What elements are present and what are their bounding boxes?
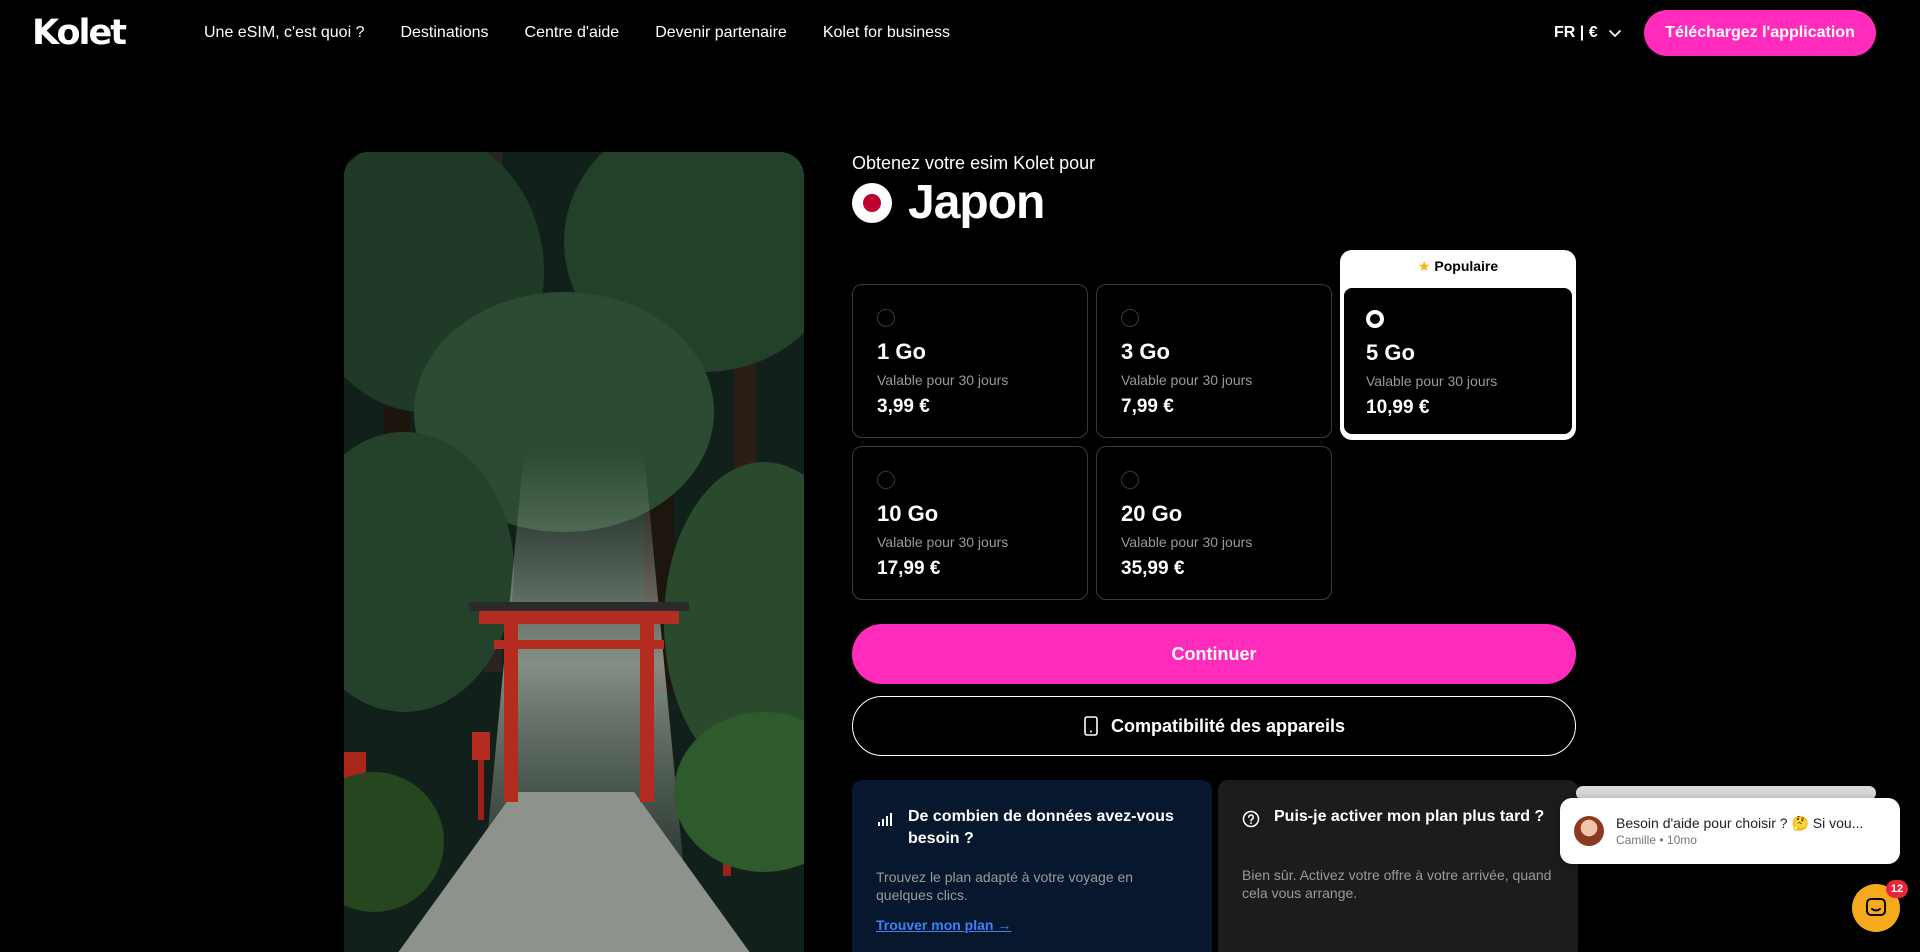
agent-avatar [1574, 816, 1604, 846]
page-kicker: Obtenez votre esim Kolet pour [852, 153, 1096, 173]
plan-card-5go[interactable]: 5 Go Valable pour 30 jours 10,99 € [1342, 286, 1574, 436]
popular-badge: ★ Populaire [1340, 256, 1576, 276]
plan-data-amount: 1 Go [877, 339, 926, 364]
plan-radio[interactable] [1121, 309, 1139, 327]
activate-later-text: Bien sûr. Activez votre offre à votre ar… [1242, 867, 1552, 901]
popular-badge-label: Populaire [1434, 258, 1499, 274]
plan-data-amount: 20 Go [1121, 501, 1183, 526]
plan-price: 35,99 € [1121, 558, 1185, 579]
plan-validity: Valable pour 30 jours [1121, 534, 1253, 550]
chat-meta-separator: • [1659, 833, 1664, 847]
unread-count-badge: 12 [1886, 880, 1908, 898]
chat-preview-text: Besoin d'aide pour choisir ? 🤔 Si vou...… [1616, 814, 1863, 848]
phone-icon [1084, 716, 1098, 736]
chat-preview-message[interactable]: Besoin d'aide pour choisir ? 🤔 Si vou...… [1560, 798, 1900, 864]
nav-destinations[interactable]: Destinations [400, 22, 488, 44]
plan-card-10go[interactable]: 10 Go Valable pour 30 jours 17,99 € [852, 446, 1088, 600]
plan-data-amount: 3 Go [1121, 339, 1170, 364]
plan-radio[interactable] [877, 309, 895, 327]
plan-validity: Valable pour 30 jours [1366, 373, 1498, 389]
data-needs-text: Trouvez le plan adapté à votre voyage en… [876, 869, 1134, 903]
chat-icon [1866, 898, 1886, 916]
plan-price: 7,99 € [1121, 396, 1174, 417]
star-icon: ★ [1417, 258, 1431, 274]
site-header: Kolet Une eSIM, c'est quoi ? Destination… [0, 0, 1920, 66]
plan-data-amount: 5 Go [1366, 340, 1415, 365]
signal-bars-icon [878, 813, 892, 826]
plan-price: 17,99 € [877, 558, 941, 579]
chevron-down-icon [1608, 30, 1621, 38]
plan-validity: Valable pour 30 jours [1121, 372, 1253, 388]
nav-what-is-esim[interactable]: Une eSIM, c'est quoi ? [204, 22, 364, 44]
data-needs-title: De combien de données avez-vous besoin ? [908, 808, 1174, 847]
plan-radio[interactable] [877, 471, 895, 489]
find-my-plan-link[interactable]: Trouver mon plan → [876, 916, 1011, 934]
device-compatibility-label: Compatibilité des appareils [1110, 715, 1346, 736]
continue-button[interactable]: Continuer [852, 624, 1576, 684]
plan-price: 10,99 € [1366, 397, 1430, 418]
japan-flag-icon [852, 183, 892, 223]
device-compatibility-button[interactable]: Compatibilité des appareils [852, 696, 1576, 756]
chat-meta: Camille • 10mo [1616, 832, 1863, 848]
plan-card-1go[interactable]: 1 Go Valable pour 30 jours 3,99 € [852, 284, 1088, 438]
question-circle-icon [1242, 810, 1260, 828]
kolet-logo[interactable]: Kolet [32, 14, 127, 52]
chat-author: Camille [1616, 833, 1657, 847]
country-name: Japon [908, 176, 1045, 229]
nav-kolet-business[interactable]: Kolet for business [823, 22, 950, 44]
language-currency-selector[interactable]: FR | € [1554, 22, 1622, 44]
language-currency-label: FR | € [1554, 24, 1598, 41]
plan-card-20go[interactable]: 20 Go Valable pour 30 jours 35,99 € [1096, 446, 1332, 600]
plan-validity: Valable pour 30 jours [877, 372, 1009, 388]
data-needs-card: De combien de données avez-vous besoin ?… [852, 780, 1212, 952]
nav-help-center[interactable]: Centre d'aide [525, 22, 620, 44]
plan-data-amount: 10 Go [877, 501, 939, 526]
plan-radio-selected[interactable] [1366, 310, 1384, 328]
nav-become-partner[interactable]: Devenir partenaire [655, 22, 787, 44]
chat-time: 10mo [1666, 833, 1697, 847]
activate-later-card: Puis-je activer mon plan plus tard ? Bie… [1218, 780, 1578, 952]
plan-card-3go[interactable]: 3 Go Valable pour 30 jours 7,99 € [1096, 284, 1332, 438]
plan-radio[interactable] [1121, 471, 1139, 489]
country-title: Japon [852, 176, 1045, 230]
plan-validity: Valable pour 30 jours [877, 534, 1009, 550]
plan-price: 3,99 € [877, 396, 930, 417]
japan-torii-photo [344, 152, 804, 952]
chat-message-text: Besoin d'aide pour choisir ? 🤔 Si vou... [1616, 815, 1864, 831]
activate-later-title: Puis-je activer mon plan plus tard ? [1274, 808, 1545, 825]
download-app-button[interactable]: Téléchargez l'application [1644, 10, 1876, 56]
main-nav: Une eSIM, c'est quoi ? Destinations Cent… [204, 22, 950, 44]
